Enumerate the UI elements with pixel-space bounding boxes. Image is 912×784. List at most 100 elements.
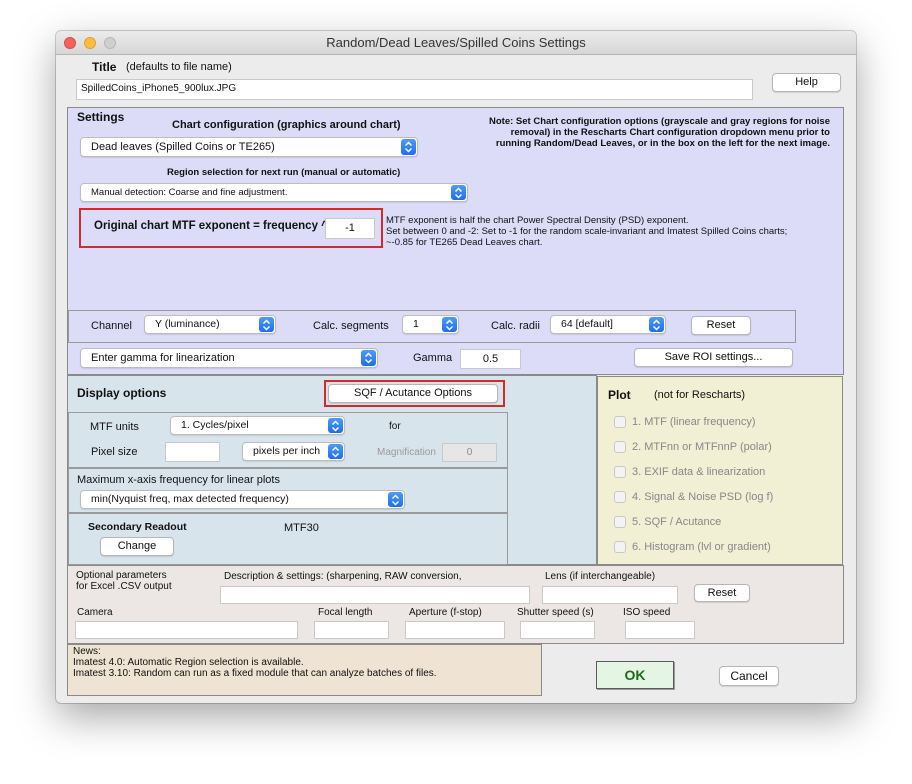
plot-item-label: 1. MTF (linear frequency) — [632, 416, 756, 428]
cancel-button[interactable]: Cancel — [719, 666, 779, 686]
news-line: Imatest 3.10: Random can run as a fixed … — [73, 668, 437, 679]
region-label: Region selection for next run (manual or… — [167, 167, 401, 178]
mtf-exponent-input[interactable]: -1 — [325, 218, 375, 239]
pixel-size-label: Pixel size — [91, 446, 138, 458]
optional-params-line: Optional parameters — [76, 570, 167, 581]
params-reset-button[interactable]: Reset — [694, 584, 750, 602]
plot-heading: Plot — [608, 388, 631, 402]
calc-radii-value: 64 [default] — [561, 318, 613, 330]
magnification-input[interactable]: 0 — [442, 443, 497, 462]
plot-item-label: 5. SQF / Acutance — [632, 516, 722, 528]
mtf-exponent-label: Original chart MTF exponent = frequency … — [94, 220, 328, 232]
gamma-select[interactable]: Enter gamma for linearization — [80, 348, 378, 368]
pixel-size-input[interactable] — [165, 442, 220, 462]
plot-panel: Plot (not for Rescharts) 1. MTF (linear … — [597, 376, 843, 565]
camera-input[interactable] — [75, 621, 298, 639]
plot-checkbox[interactable] — [614, 516, 626, 528]
mtf-exponent-help-line: MTF exponent is half the chart Power Spe… — [386, 215, 689, 226]
optional-params-line: for Excel .CSV output — [76, 581, 172, 592]
chevron-updown-icon — [328, 418, 343, 433]
magnification-label: Magnification — [377, 447, 436, 458]
aperture-input[interactable] — [405, 621, 505, 639]
max-freq-value: min(Nyquist freq, max detected frequency… — [91, 493, 289, 505]
shutter-speed-label: Shutter speed (s) — [517, 607, 594, 618]
gamma-select-value: Enter gamma for linearization — [91, 352, 235, 364]
pixel-unit-select[interactable]: pixels per inch — [242, 442, 345, 461]
max-freq-select[interactable]: min(Nyquist freq, max detected frequency… — [80, 490, 405, 509]
iso-speed-input[interactable] — [625, 621, 695, 639]
news-line: Imatest 4.0: Automatic Region selection … — [73, 657, 304, 668]
max-freq-label: Maximum x-axis frequency for linear plot… — [77, 474, 280, 486]
chevron-updown-icon — [361, 350, 376, 366]
region-value: Manual detection: Coarse and fine adjust… — [91, 187, 288, 198]
description-label: Description & settings: (sharpening, RAW… — [224, 571, 462, 582]
optional-params-panel: Optional parameters for Excel .CSV outpu… — [67, 565, 844, 644]
display-heading: Display options — [77, 386, 167, 400]
lens-label: Lens (if interchangeable) — [545, 571, 656, 582]
chevron-updown-icon — [649, 317, 664, 332]
chart-config-select[interactable]: Dead leaves (Spilled Coins or TE265) — [80, 137, 418, 157]
mtf-units-value: 1. Cycles/pixel — [181, 419, 249, 431]
title-input[interactable]: SpilledCoins_iPhone5_900lux.JPG — [76, 79, 753, 100]
chevron-updown-icon — [388, 492, 403, 507]
for-label: for — [389, 421, 401, 432]
help-button[interactable]: Help — [772, 73, 841, 92]
mtf-exponent-help-line: Set between 0 and -2: Set to -1 for the … — [386, 226, 788, 237]
pixel-unit-value: pixels per inch — [253, 445, 321, 457]
sqf-acutance-button[interactable]: SQF / Acutance Options — [328, 384, 498, 403]
shutter-speed-input[interactable] — [520, 621, 595, 639]
plot-checkbox[interactable] — [614, 541, 626, 553]
change-readout-button[interactable]: Change — [100, 537, 174, 556]
focal-length-label: Focal length — [318, 607, 373, 618]
plot-checkbox[interactable] — [614, 466, 626, 478]
secondary-readout-value: MTF30 — [284, 522, 319, 534]
gamma-input[interactable]: 0.5 — [460, 349, 521, 369]
focal-length-input[interactable] — [314, 621, 389, 639]
channel-value: Y (luminance) — [155, 318, 220, 330]
chevron-updown-icon — [451, 185, 466, 200]
plot-checkbox[interactable] — [614, 441, 626, 453]
plot-note: (not for Rescharts) — [654, 389, 746, 401]
camera-label: Camera — [77, 607, 113, 618]
window-title: Random/Dead Leaves/Spilled Coins Setting… — [326, 35, 586, 50]
plot-item-label: 4. Signal & Noise PSD (log f) — [632, 491, 774, 503]
chart-config-label: Chart configuration (graphics around cha… — [172, 119, 401, 131]
save-roi-button[interactable]: Save ROI settings... — [634, 348, 793, 367]
plot-checkbox[interactable] — [614, 416, 626, 428]
news-panel: News: Imatest 4.0: Automatic Region sele… — [67, 644, 542, 696]
ok-button[interactable]: OK — [596, 661, 674, 689]
mtf-exponent-help-line: ~-0.85 for TE265 Dead Leaves chart. — [386, 237, 543, 248]
region-select[interactable]: Manual detection: Coarse and fine adjust… — [80, 183, 468, 202]
settings-dialog: Random/Dead Leaves/Spilled Coins Setting… — [56, 31, 856, 703]
calc-radii-select[interactable]: 64 [default] — [550, 315, 666, 334]
mtf-units-label: MTF units — [90, 421, 139, 433]
news-heading: News: — [73, 646, 101, 657]
calc-segments-label: Calc. segments — [313, 320, 389, 332]
plot-item-label: 6. Histogram (lvl or gradient) — [632, 541, 771, 553]
display-options-panel: Display options SQF / Acutance Options M… — [67, 375, 597, 565]
title-bar: Random/Dead Leaves/Spilled Coins Setting… — [56, 31, 856, 55]
calc-radii-label: Calc. radii — [491, 320, 540, 332]
aperture-label: Aperture (f-stop) — [409, 607, 482, 618]
optional-params-label: Optional parameters for Excel .CSV outpu… — [76, 570, 172, 592]
description-input[interactable] — [220, 586, 530, 604]
news-text: News: Imatest 4.0: Automatic Region sele… — [73, 646, 437, 679]
chevron-updown-icon — [401, 139, 416, 155]
mtf-exponent-help: MTF exponent is half the chart Power Spe… — [386, 215, 787, 248]
settings-panel: Settings Chart configuration (graphics a… — [67, 107, 844, 375]
chevron-updown-icon — [442, 317, 457, 332]
chart-config-note: Note: Set Chart configuration options (g… — [489, 116, 830, 149]
chevron-updown-icon — [259, 317, 274, 332]
secondary-readout-label: Secondary Readout — [88, 521, 187, 533]
channel-select[interactable]: Y (luminance) — [144, 315, 276, 334]
calc-segments-select[interactable]: 1 — [402, 315, 459, 334]
mtf-units-select[interactable]: 1. Cycles/pixel — [170, 416, 345, 435]
plot-checkbox[interactable] — [614, 491, 626, 503]
settings-heading: Settings — [77, 110, 125, 124]
plot-item-label: 2. MTFnn or MTFnnP (polar) — [632, 441, 772, 453]
lens-input[interactable] — [542, 586, 678, 604]
plot-item-label: 3. EXIF data & linearization — [632, 466, 766, 478]
calc-segments-value: 1 — [413, 318, 419, 330]
iso-speed-label: ISO speed — [623, 607, 671, 618]
calc-reset-button[interactable]: Reset — [691, 316, 751, 335]
